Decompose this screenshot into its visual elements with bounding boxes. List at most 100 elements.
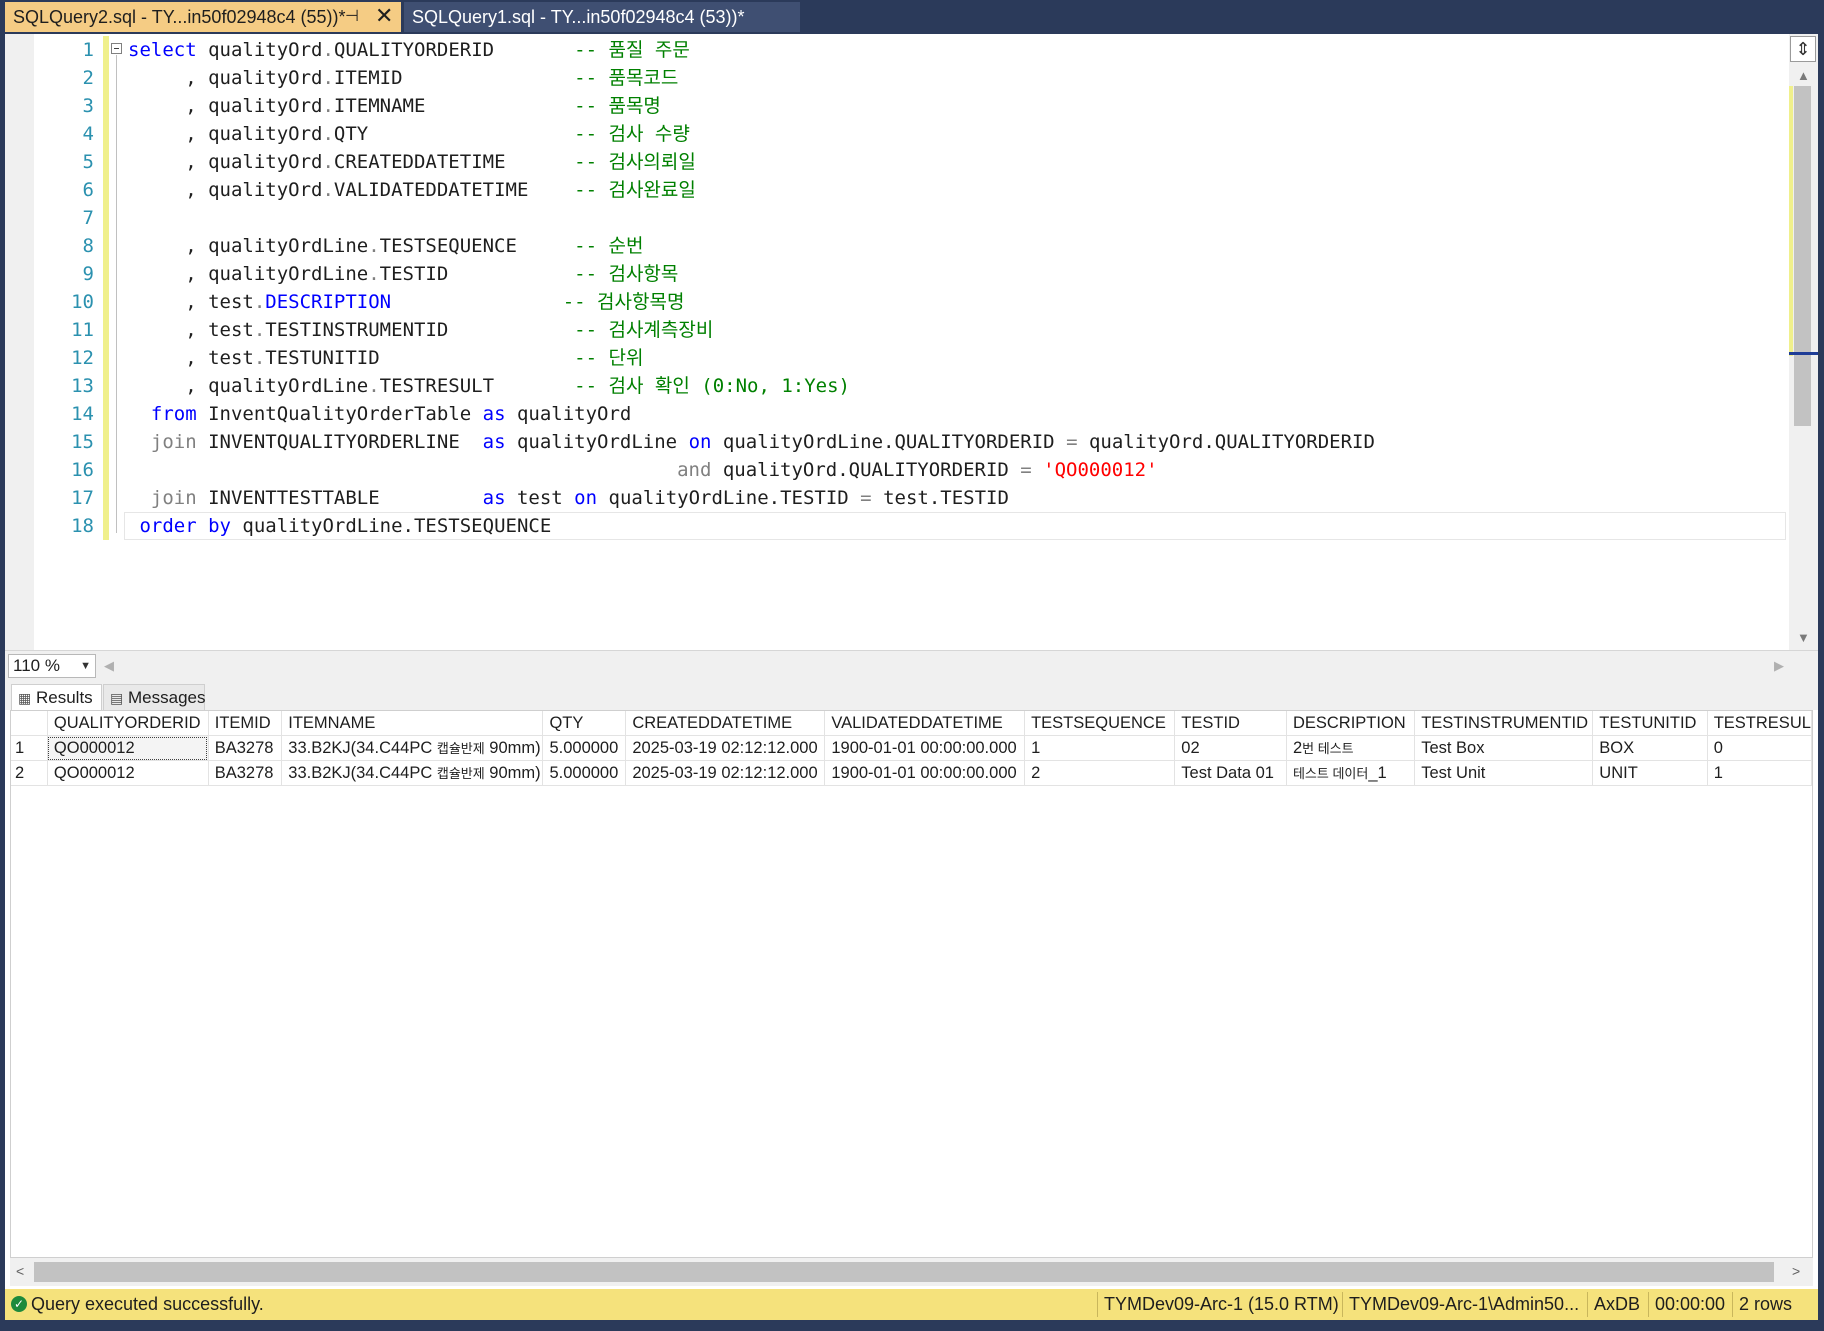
scroll-right-icon[interactable]: ▶ xyxy=(1774,658,1784,674)
scroll-down-icon[interactable]: ▼ xyxy=(1797,630,1810,645)
table-cell[interactable]: 02 xyxy=(1174,735,1287,761)
table-cell[interactable]: BA3278 xyxy=(208,760,283,786)
table-cell[interactable]: 2025-03-19 02:12:12.000 xyxy=(625,760,826,786)
cell-text: 캡슐반제 xyxy=(436,766,485,781)
scrollbar-thumb[interactable] xyxy=(34,1262,1774,1282)
code-line-1: select qualityOrd.QUALITYORDERID -- 품질 주… xyxy=(128,36,1375,64)
column-header[interactable]: TESTRESUL xyxy=(1707,711,1813,736)
line-number: 8 xyxy=(82,235,94,257)
column-header[interactable]: QUALITYORDERID xyxy=(47,711,209,736)
table-row[interactable]: 1 QO000012 BA3278 33.B2KJ(34.C44PC 캡슐반제 … xyxy=(11,735,1813,761)
row-number[interactable]: 1 xyxy=(11,735,48,761)
comment: -- 검사완료일 xyxy=(574,179,696,201)
column-header[interactable]: CREATEDDATETIME xyxy=(625,711,826,736)
table-cell[interactable]: UNIT xyxy=(1592,760,1708,786)
code-text: ITEMNAME xyxy=(333,95,575,117)
table-cell[interactable]: 2025-03-19 02:12:12.000 xyxy=(625,735,826,761)
code-text: qualityOrdLine xyxy=(505,431,689,453)
comment: -- 검사 수량 xyxy=(574,123,690,145)
line-number: 13 xyxy=(71,375,94,397)
table-cell[interactable]: BA3278 xyxy=(208,735,283,761)
code-line-2: , qualityOrd.ITEMID -- 품목코드 xyxy=(128,64,1375,92)
split-icon[interactable]: ⇕ xyxy=(1790,36,1816,62)
zoom-dropdown[interactable]: 110 % ▼ xyxy=(8,654,96,678)
cell-text: 번 테스트 xyxy=(1302,741,1354,756)
row-number[interactable]: 2 xyxy=(11,760,48,786)
code-text: . xyxy=(322,39,334,61)
table-cell[interactable]: QO000012 xyxy=(47,760,209,786)
pin-icon[interactable]: ⊣ xyxy=(345,6,359,26)
column-header[interactable]: ITEMNAME xyxy=(281,711,544,736)
operator: = xyxy=(1020,459,1032,481)
success-check-icon: ✓ xyxy=(11,1296,27,1312)
close-icon[interactable]: ✕ xyxy=(375,3,393,29)
sql-code[interactable]: select qualityOrd.QUALITYORDERID -- 품질 주… xyxy=(128,36,1375,540)
table-cell[interactable]: 33.B2KJ(34.C44PC 캡슐반제 90mm) xyxy=(281,735,544,761)
table-cell[interactable]: 5.000000 xyxy=(542,760,627,786)
table-cell[interactable]: Test Data 01 xyxy=(1174,760,1287,786)
column-header[interactable]: QTY xyxy=(542,711,627,736)
table-cell[interactable]: 1900-01-01 00:00:00.000 xyxy=(824,760,1026,786)
tab-label: Messages xyxy=(128,688,206,707)
table-cell[interactable]: 1 xyxy=(1707,760,1813,786)
window-frame xyxy=(1818,34,1824,1331)
scroll-up-icon[interactable]: ▲ xyxy=(1797,68,1810,83)
keyword: order by xyxy=(139,515,231,537)
results-grid[interactable]: QUALITYORDERID ITEMID ITEMNAME QTY CREAT… xyxy=(10,710,1813,1258)
table-cell[interactable]: Test Unit xyxy=(1414,760,1594,786)
table-cell[interactable]: 1 xyxy=(1024,735,1176,761)
table-cell[interactable]: QO000012 xyxy=(47,735,209,761)
column-header[interactable]: TESTID xyxy=(1174,711,1287,736)
table-cell[interactable]: 2 xyxy=(1024,760,1176,786)
scroll-right-icon[interactable]: > xyxy=(1792,1263,1800,1279)
comment: -- 단위 xyxy=(574,347,644,369)
tab-sqlquery2[interactable]: SQLQuery2.sql - TY...in50f02948c4 (55))*… xyxy=(5,2,401,32)
editor-margin xyxy=(5,34,34,650)
table-cell[interactable]: BOX xyxy=(1592,735,1708,761)
table-cell[interactable]: 0 xyxy=(1707,735,1813,761)
column-header[interactable]: TESTSEQUENCE xyxy=(1024,711,1176,736)
code-text: test.TESTID xyxy=(871,487,1009,509)
table-cell[interactable]: 33.B2KJ(34.C44PC 캡슐반제 90mm) xyxy=(281,760,544,786)
table-cell[interactable]: 1900-01-01 00:00:00.000 xyxy=(824,735,1026,761)
scroll-left-icon[interactable]: < xyxy=(16,1263,24,1279)
column-header[interactable]: DESCRIPTION xyxy=(1286,711,1416,736)
status-message: Query executed successfully. xyxy=(31,1294,264,1314)
table-row[interactable]: 2 QO000012 BA3278 33.B2KJ(34.C44PC 캡슐반제 … xyxy=(11,760,1813,786)
operator: = xyxy=(860,487,872,509)
code-text: . xyxy=(322,67,334,89)
cell-text: 2 xyxy=(1292,739,1303,757)
scrollbar-thumb[interactable] xyxy=(1794,86,1811,426)
code-text: CREATEDDATETIME xyxy=(333,151,575,173)
editor-vertical-scrollbar[interactable]: ⇕ ▲ ▼ xyxy=(1789,34,1818,650)
comment: -- 검사의뢰일 xyxy=(574,151,696,173)
collapse-icon[interactable] xyxy=(111,43,122,54)
comment: -- 품목명 xyxy=(574,95,661,117)
grid-horizontal-scrollbar[interactable]: < > xyxy=(10,1258,1813,1286)
outline-guide xyxy=(116,55,117,533)
code-text: ITEMID xyxy=(333,67,575,89)
code-line-17: join INVENTTESTTABLE as test on qualityO… xyxy=(128,484,1375,512)
keyword: as xyxy=(482,431,506,453)
code-text: , test xyxy=(128,319,254,341)
keyword: join xyxy=(150,487,197,509)
cell-text: 33.B2KJ(34.C44PC xyxy=(288,764,437,782)
column-header[interactable]: TESTINSTRUMENTID xyxy=(1414,711,1594,736)
code-text: , qualityOrdLine xyxy=(128,235,369,257)
column-header[interactable]: VALIDATEDDATETIME xyxy=(824,711,1026,736)
table-cell[interactable]: 테스트 데이터_1 xyxy=(1286,760,1416,786)
tab-messages[interactable]: ▤ Messages xyxy=(103,684,205,710)
tab-results[interactable]: ▦ Results xyxy=(11,684,102,710)
table-cell[interactable]: Test Box xyxy=(1414,735,1594,761)
column-header[interactable] xyxy=(11,711,48,736)
table-cell[interactable]: 2번 테스트 xyxy=(1286,735,1416,761)
column-header[interactable]: TESTUNITID xyxy=(1592,711,1708,736)
table-cell[interactable]: 5.000000 xyxy=(542,735,627,761)
zoom-value: 110 % xyxy=(13,656,60,675)
tab-sqlquery1[interactable]: SQLQuery1.sql - TY...in50f02948c4 (53))* xyxy=(404,2,800,32)
scroll-left-icon[interactable]: ◀ xyxy=(104,658,114,674)
column-header[interactable]: ITEMID xyxy=(208,711,283,736)
keyword: select xyxy=(128,39,197,61)
